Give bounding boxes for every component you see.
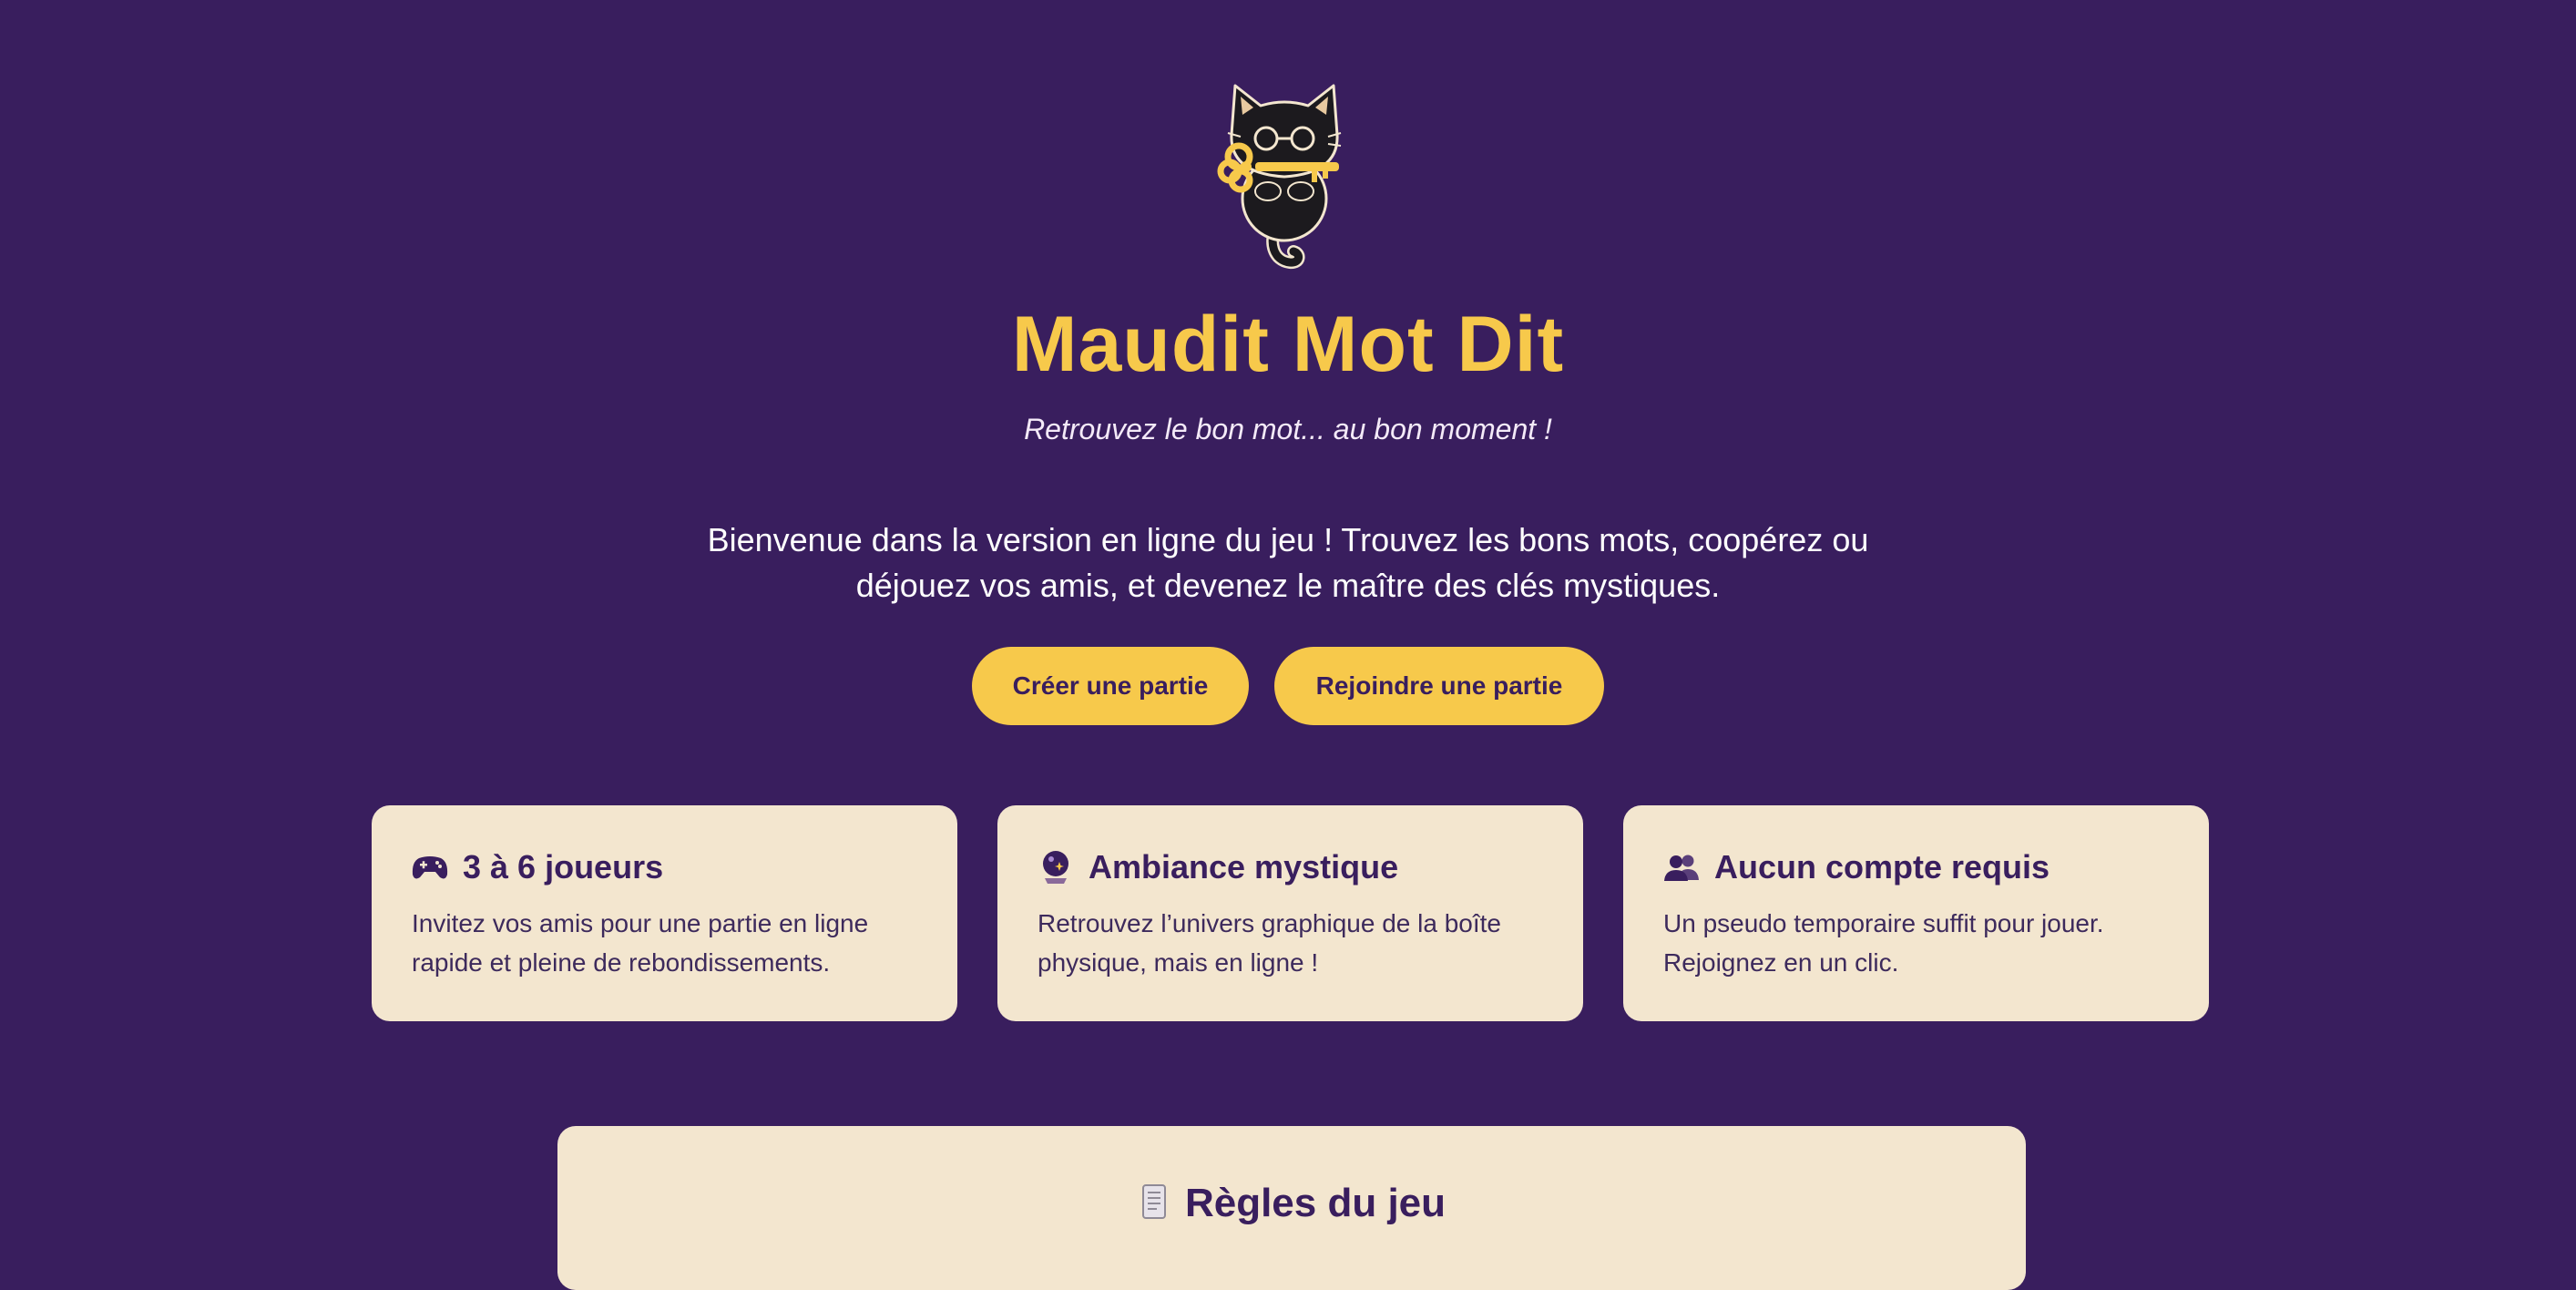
- people-icon: [1663, 849, 1700, 886]
- black-cat-with-key-icon: [1213, 78, 1355, 273]
- game-controller-icon: [412, 849, 448, 886]
- create-game-button[interactable]: Créer une partie: [972, 647, 1249, 725]
- scroll-icon: [1138, 1182, 1170, 1226]
- feature-text: Invitez vos amis pour une partie en lign…: [412, 909, 869, 977]
- rules-section: Règles du jeu: [557, 1126, 2026, 1290]
- feature-card-players: 3 à 6 joueurs Invitez vos amis pour une …: [372, 805, 957, 1021]
- intro-text: Bienvenue dans la version en ligne du je…: [707, 521, 1869, 604]
- feature-title: 3 à 6 joueurs: [463, 848, 664, 886]
- feature-card-no-account: Aucun compte requis Un pseudo temporaire…: [1623, 805, 2209, 1021]
- page-subtitle: Retrouvez le bon mot... au bon moment !: [1024, 413, 1552, 445]
- crystal-ball-icon: [1038, 849, 1074, 886]
- feature-title: Aucun compte requis: [1714, 848, 2050, 886]
- home-page: Maudit Mot Dit Retrouvez le bon mot... a…: [0, 0, 2576, 1290]
- feature-title: Ambiance mystique: [1089, 848, 1399, 886]
- rules-title: Règles du jeu: [1184, 1181, 1446, 1225]
- feature-text: Un pseudo temporaire suffit pour jouer. …: [1663, 909, 2104, 977]
- join-game-button[interactable]: Rejoindre une partie: [1274, 647, 1604, 725]
- feature-card-ambiance: Ambiance mystique Retrouvez l’univers gr…: [997, 805, 1583, 1021]
- action-buttons: Créer une partie Rejoindre une partie: [0, 647, 2576, 725]
- feature-text: Retrouvez l’univers graphique de la boît…: [1038, 909, 1501, 977]
- feature-cards: 3 à 6 joueurs Invitez vos amis pour une …: [372, 805, 2210, 1021]
- page-title: Maudit Mot Dit: [1011, 301, 1565, 388]
